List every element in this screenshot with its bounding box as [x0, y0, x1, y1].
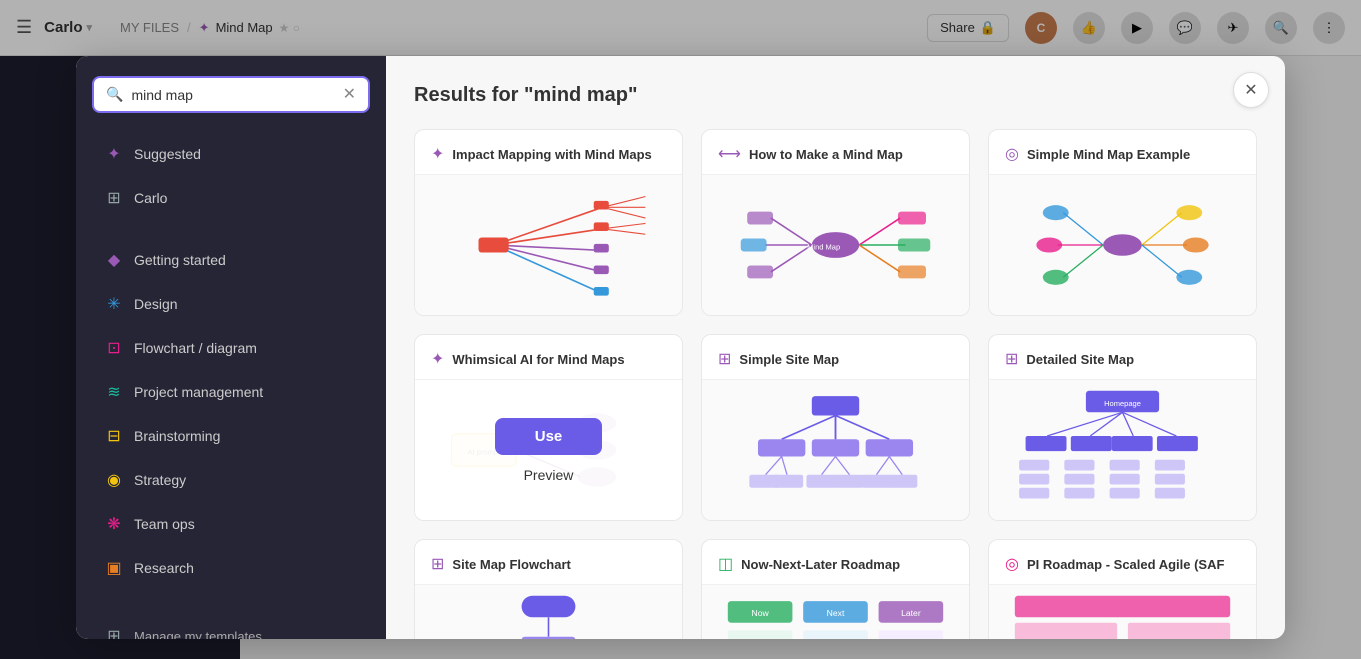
simple-site-map-thumbnail [702, 380, 969, 520]
modal-content-panel: Results for "mind map" ✦ Impact Mapping … [386, 56, 1285, 639]
nav-item-strategy[interactable]: ◉ Strategy [92, 461, 370, 499]
flowchart-icon: ⊡ [104, 338, 124, 358]
nav-item-project-management[interactable]: ≋ Project management [92, 373, 370, 411]
pi-roadmap-thumbnail [989, 585, 1256, 639]
simple-mind-map-thumbnail [989, 175, 1256, 315]
getting-started-icon: ◆ [104, 250, 124, 270]
team-ops-icon: ❋ [104, 514, 124, 534]
svg-text:Now: Now [751, 608, 769, 618]
whimsical-ai-thumbnail: Use Preview AI prompt [415, 380, 682, 520]
manage-templates-icon: ⊞ [104, 626, 124, 639]
pi-roadmap-title: PI Roadmap - Scaled Agile (SAF [1027, 557, 1224, 572]
carlo-icon: ⊞ [104, 188, 124, 208]
template-card-impact-mapping[interactable]: ✦ Impact Mapping with Mind Maps [414, 129, 683, 316]
whimsical-ai-icon: ✦ [431, 349, 444, 369]
brainstorming-icon: ⊟ [104, 426, 124, 446]
template-card-site-map-flowchart[interactable]: ⊞ Site Map Flowchart [414, 539, 683, 639]
now-next-later-thumbnail: Now Next Later [702, 585, 969, 639]
research-icon: ▣ [104, 558, 124, 578]
template-card-simple-mind-map[interactable]: ◎ Simple Mind Map Example [988, 129, 1257, 316]
nav-item-research[interactable]: ▣ Research [92, 549, 370, 587]
suggested-icon: ✦ [104, 144, 124, 164]
nav-item-getting-started[interactable]: ◆ Getting started [92, 241, 370, 279]
strategy-icon: ◉ [104, 470, 124, 490]
impact-mapping-thumbnail [415, 175, 682, 315]
search-input-icon: 🔍 [106, 86, 123, 103]
nav-item-design[interactable]: ✳ Design [92, 285, 370, 323]
site-map-flowchart-thumbnail [415, 585, 682, 639]
template-card-whimsical-ai[interactable]: ✦ Whimsical AI for Mind Maps Use Preview… [414, 334, 683, 521]
search-box[interactable]: 🔍 ✕ [92, 76, 370, 113]
template-card-detailed-site-map[interactable]: ⊞ Detailed Site Map Homepage [988, 334, 1257, 521]
nav-item-manage-templates[interactable]: ⊞ Manage my templates [92, 617, 370, 639]
close-modal-button[interactable]: ✕ [1233, 72, 1269, 108]
nav-item-brainstorming[interactable]: ⊟ Brainstorming [92, 417, 370, 455]
preview-template-button[interactable]: Preview [524, 467, 574, 483]
search-clear-button[interactable]: ✕ [343, 87, 356, 103]
template-card-pi-roadmap[interactable]: ◎ PI Roadmap - Scaled Agile (SAF [988, 539, 1257, 639]
impact-mapping-icon: ✦ [431, 144, 444, 164]
detailed-site-map-title: Detailed Site Map [1026, 352, 1134, 367]
modal-title: Results for "mind map" [414, 84, 1257, 107]
card-hover-overlay: Use Preview [415, 380, 682, 520]
project-management-icon: ≋ [104, 382, 124, 402]
detailed-site-map-thumbnail: Homepage [989, 380, 1256, 520]
pi-roadmap-icon: ◎ [1005, 554, 1019, 574]
whimsical-ai-title: Whimsical AI for Mind Maps [452, 352, 624, 367]
nav-item-carlo[interactable]: ⊞ Carlo [92, 179, 370, 217]
now-next-later-title: Now-Next-Later Roadmap [741, 557, 900, 572]
simple-site-map-title: Simple Site Map [739, 352, 839, 367]
svg-text:Homepage: Homepage [1104, 399, 1141, 408]
nav-item-flowchart[interactable]: ⊡ Flowchart / diagram [92, 329, 370, 367]
template-card-how-to-mind-map[interactable]: ⟷ How to Make a Mind Map [701, 129, 970, 316]
site-map-flowchart-icon: ⊞ [431, 554, 444, 574]
simple-mind-map-title: Simple Mind Map Example [1027, 147, 1190, 162]
detailed-site-map-icon: ⊞ [1005, 349, 1018, 369]
modal-nav-panel: 🔍 ✕ ✦ Suggested ⊞ Carlo ◆ Getting starte… [76, 56, 386, 639]
use-template-button[interactable]: Use [495, 418, 603, 455]
how-to-mind-map-thumbnail: Mind Map [702, 175, 969, 315]
now-next-later-icon: ◫ [718, 554, 733, 574]
how-to-mind-map-icon: ⟷ [718, 144, 741, 164]
design-icon: ✳ [104, 294, 124, 314]
impact-mapping-title: Impact Mapping with Mind Maps [452, 147, 651, 162]
template-card-simple-site-map[interactable]: ⊞ Simple Site Map [701, 334, 970, 521]
simple-site-map-icon: ⊞ [718, 349, 731, 369]
how-to-mind-map-title: How to Make a Mind Map [749, 147, 903, 162]
svg-text:Later: Later [901, 608, 921, 618]
simple-mind-map-icon: ◎ [1005, 144, 1019, 164]
svg-text:Mind Map: Mind Map [807, 242, 840, 251]
nav-item-team-ops[interactable]: ❋ Team ops [92, 505, 370, 543]
search-input[interactable] [131, 87, 334, 103]
nav-item-suggested[interactable]: ✦ Suggested [92, 135, 370, 173]
template-card-now-next-later[interactable]: ◫ Now-Next-Later Roadmap Now Next Later [701, 539, 970, 639]
svg-text:Next: Next [827, 608, 845, 618]
site-map-flowchart-title: Site Map Flowchart [452, 557, 570, 572]
templates-grid: ✦ Impact Mapping with Mind Maps [414, 129, 1257, 639]
template-modal: 🔍 ✕ ✦ Suggested ⊞ Carlo ◆ Getting starte… [76, 56, 1285, 639]
